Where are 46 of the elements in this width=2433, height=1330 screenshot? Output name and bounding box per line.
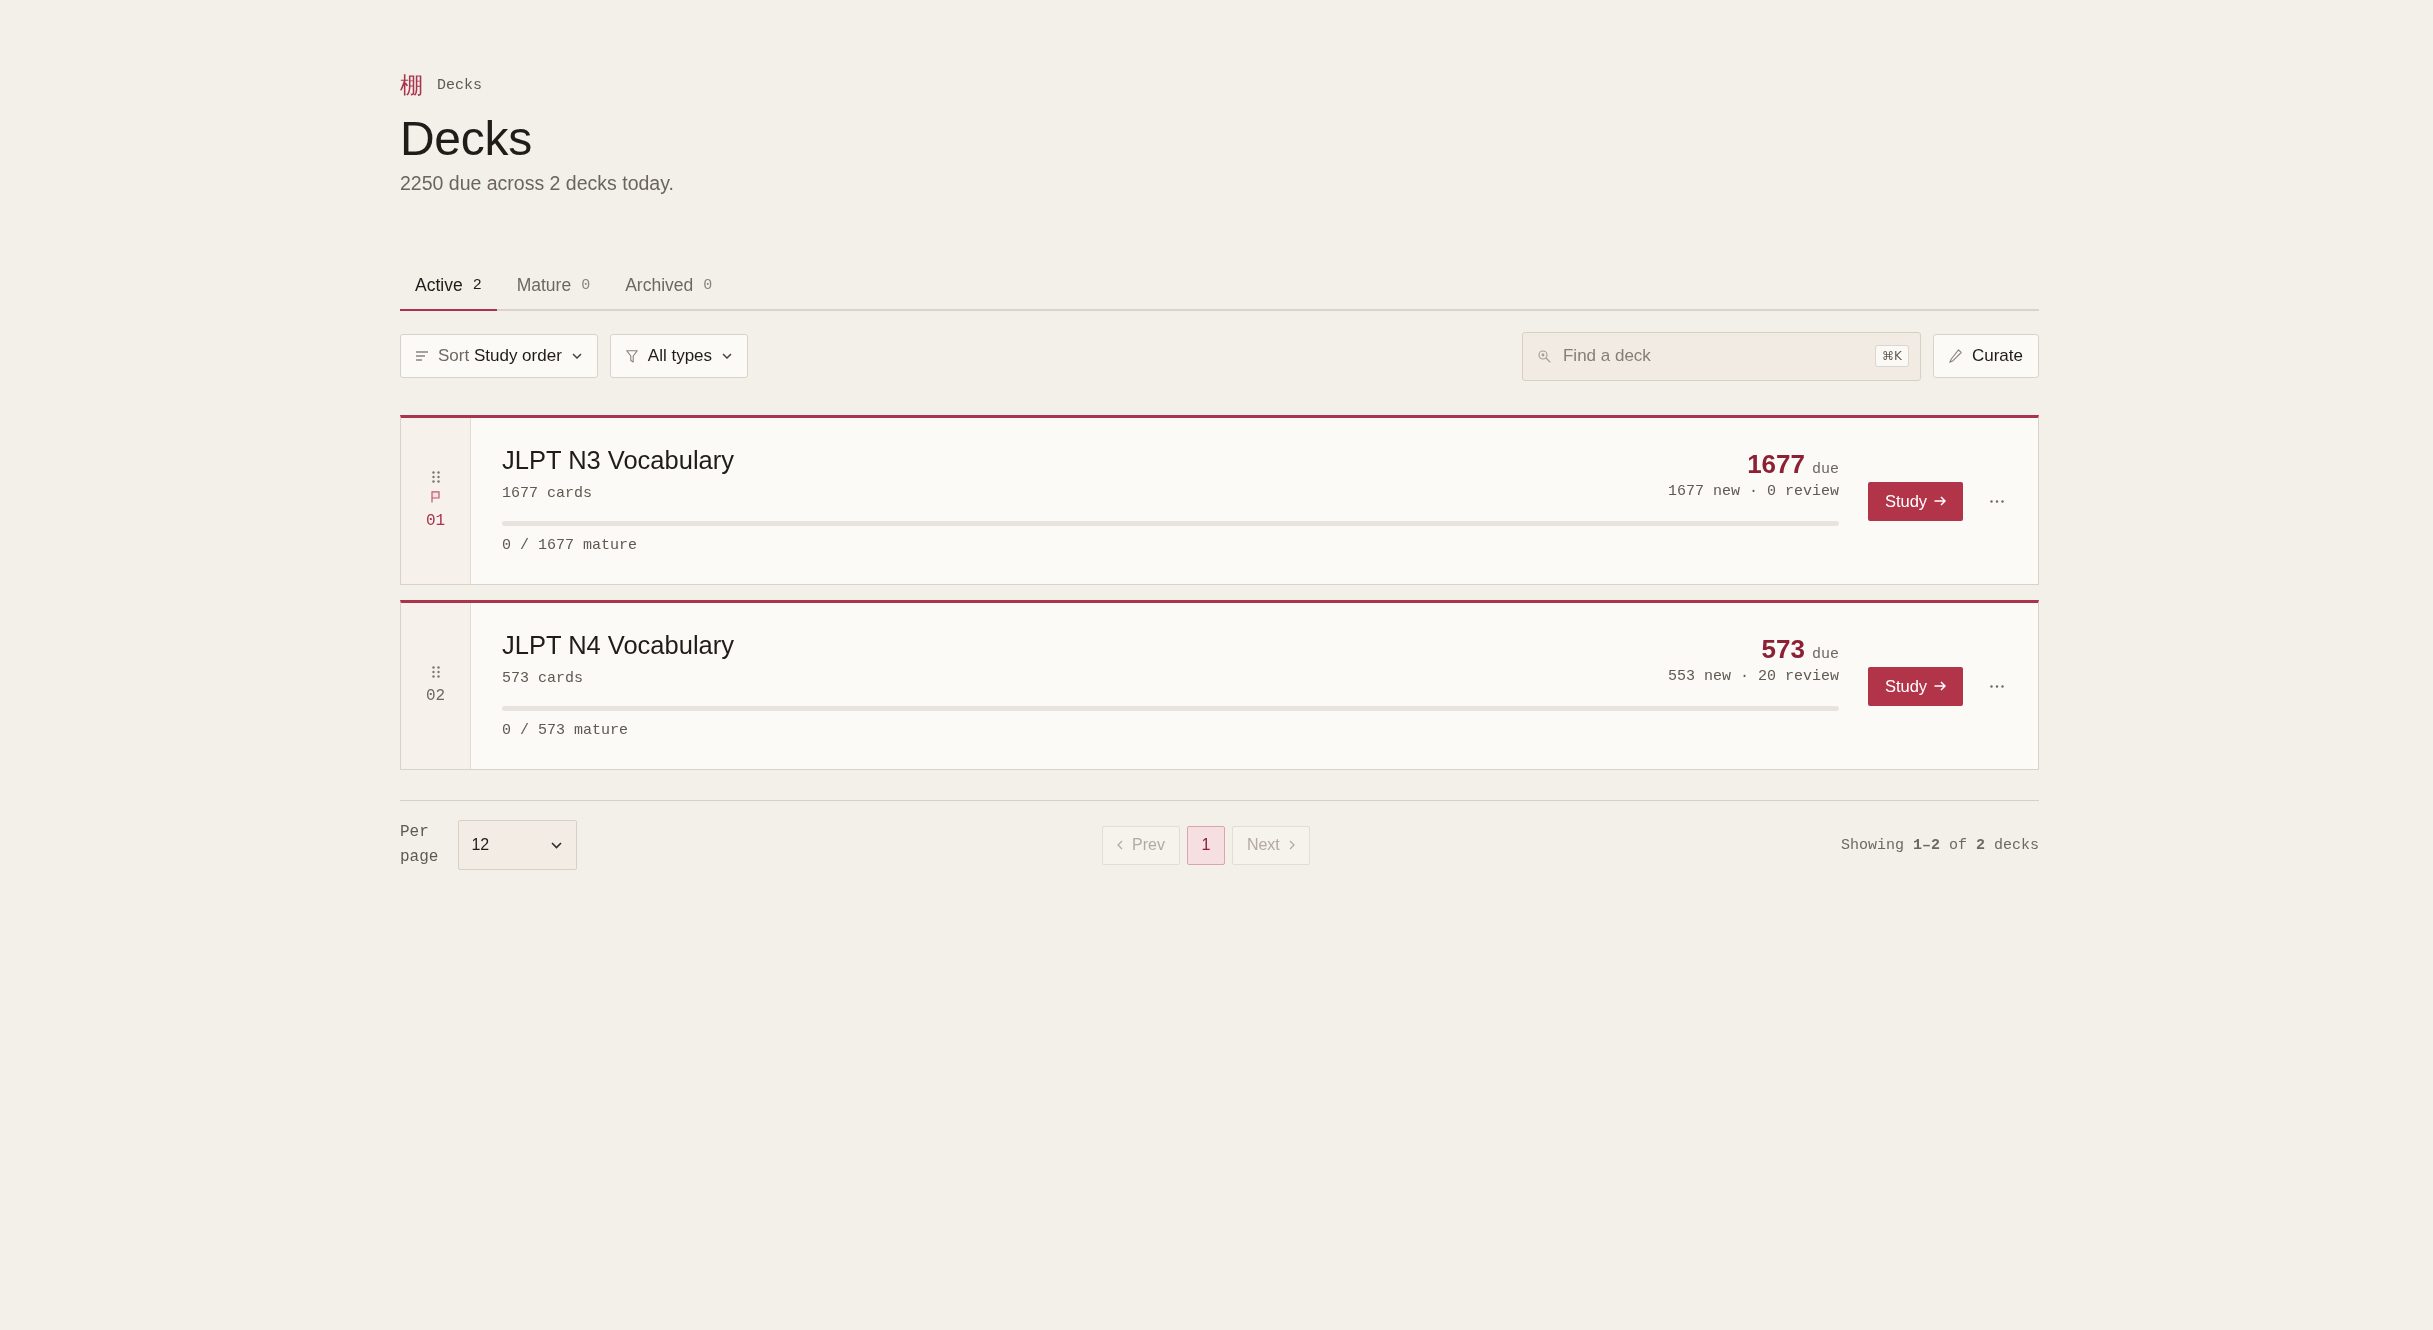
due-count: 1677	[1747, 449, 1805, 479]
tab[interactable]: Active 2	[400, 261, 497, 311]
tab[interactable]: Mature 0	[501, 261, 606, 311]
chevron-left-icon	[1117, 840, 1123, 850]
chevron-right-icon	[1288, 840, 1295, 850]
study-button[interactable]: Study	[1868, 666, 1963, 706]
sort-button[interactable]: Sort Study order	[400, 334, 598, 378]
deck-title: JLPT N4 Vocabulary	[502, 630, 734, 661]
due-count: 573	[1761, 634, 1805, 664]
pencil-icon	[1948, 349, 1962, 363]
due-breakdown: 553 new · 20 review	[1667, 667, 1839, 687]
arrow-right-icon	[1934, 496, 1947, 506]
app-logo[interactable]: 棚	[400, 73, 423, 97]
shortcut-hint: ⌘K	[1875, 344, 1909, 367]
card-count: 573 cards	[502, 669, 584, 689]
chevron-down-icon	[571, 353, 582, 359]
grip-icon[interactable]	[431, 471, 440, 483]
mature-count: 0 / 1677 mature	[502, 536, 639, 556]
card-count: 1677 cards	[502, 484, 593, 504]
arrow-right-icon	[1934, 681, 1947, 691]
per-page-label: Per page	[400, 822, 439, 868]
more-icon[interactable]	[1990, 684, 2004, 688]
due-label: due	[1812, 646, 1839, 663]
deck-title: JLPT N3 Vocabulary	[502, 445, 734, 476]
tab[interactable]: Archived 0	[610, 261, 728, 311]
deck-number: 02	[425, 686, 446, 706]
mature-count: 0 / 573 mature	[502, 721, 630, 741]
deck-number: 01	[425, 511, 446, 531]
page-title: Decks	[400, 112, 532, 166]
chevron-down-icon	[722, 353, 733, 359]
search-icon	[1537, 349, 1551, 363]
breadcrumb-item: Decks	[437, 76, 482, 94]
results-summary: Showing 1–2 of 2 decks	[1840, 836, 2039, 854]
type-filter-button[interactable]: All types	[609, 334, 749, 378]
page-subtitle: 2250 due across 2 decks today.	[400, 171, 674, 195]
study-button[interactable]: Study	[1868, 481, 1963, 521]
page-button[interactable]: 1	[1186, 825, 1225, 865]
due-breakdown: 1677 new · 0 review	[1667, 482, 1839, 502]
due-label: due	[1812, 461, 1839, 478]
filter-icon	[625, 349, 638, 363]
chevron-down-icon	[551, 841, 563, 849]
sort-icon	[416, 351, 428, 361]
per-page-select[interactable]: 12	[458, 820, 578, 870]
curate-button[interactable]: Curate	[1932, 334, 2039, 378]
grip-icon[interactable]	[431, 666, 440, 678]
more-icon[interactable]	[1990, 499, 2004, 503]
